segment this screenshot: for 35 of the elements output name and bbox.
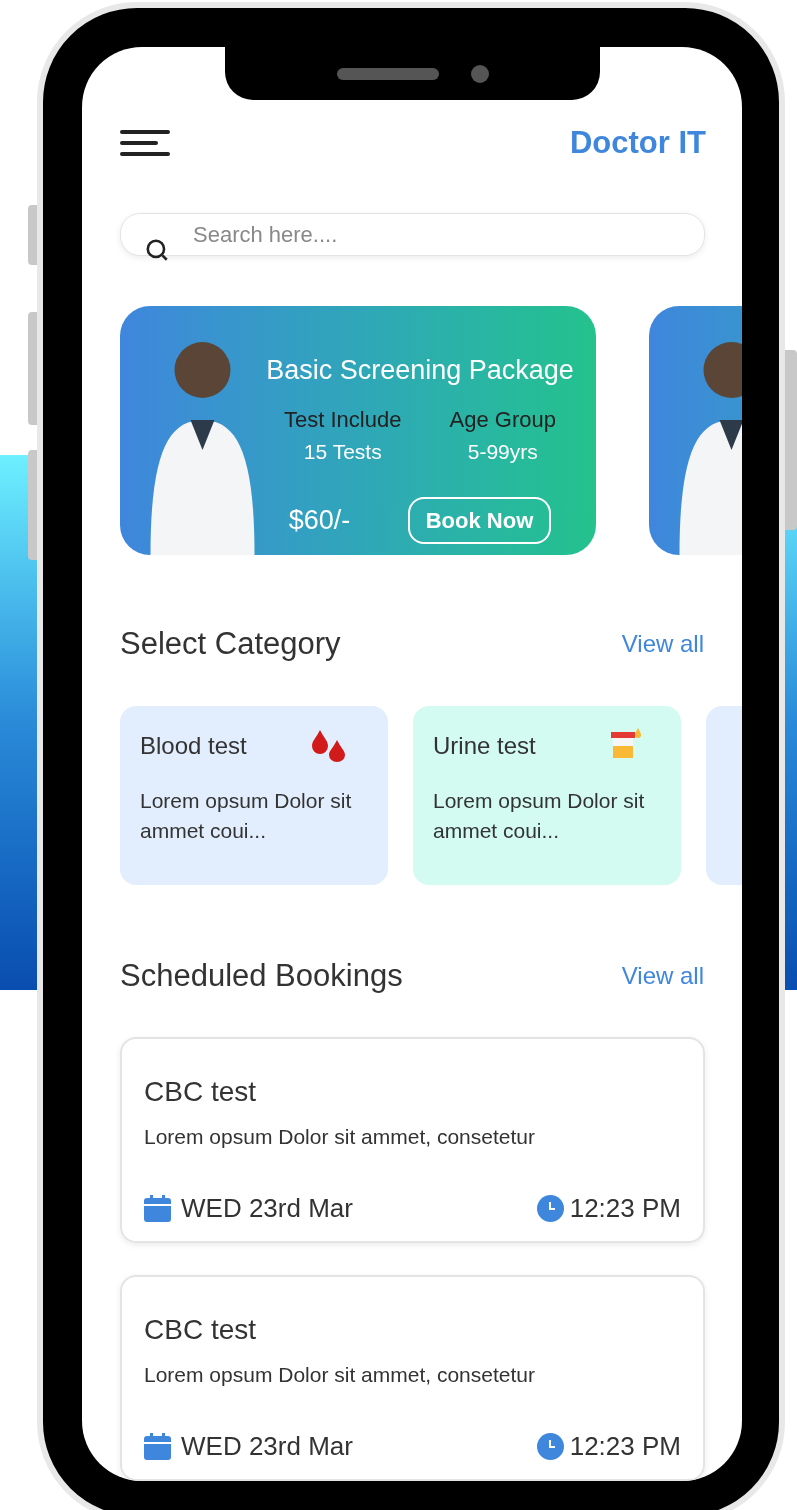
booking-date: WED 23rd Mar [181, 1191, 353, 1225]
app-title: Doctor IT [569, 123, 706, 162]
booking-date: WED 23rd Mar [181, 1429, 353, 1463]
sample-cup-icon [609, 727, 641, 760]
stat-label: Test Include [284, 405, 402, 434]
stat-label: Age Group [449, 405, 556, 434]
section-heading: Scheduled Bookings [120, 956, 403, 995]
booking-card[interactable]: CBC test Lorem opsum Dolor sit ammet, consetetur WED 23rd Mar 12:23 PM [120, 1037, 705, 1243]
search-field[interactable]: Search here.... [120, 213, 705, 256]
search-icon [144, 237, 170, 263]
category-description: Lorem opsum Dolor sit ammet coui... [433, 787, 646, 844]
section-heading: Select Category [120, 625, 341, 663]
booking-time: 12:23 PM [569, 1429, 681, 1463]
calendar-icon [144, 1432, 171, 1460]
menu-icon[interactable] [120, 130, 170, 156]
booking-time: 12:23 PM [569, 1191, 681, 1225]
stat-value: 5-99yrs [467, 438, 538, 465]
booking-description: Lorem opsum Dolor sit ammet, consetetur [144, 1362, 536, 1388]
calendar-icon [144, 1194, 171, 1222]
package-title: Basic Screening Package [266, 354, 574, 387]
package-price: $60/- [288, 504, 351, 538]
booking-card[interactable]: CBC test Lorem opsum Dolor sit ammet, consetetur WED 23rd Mar 12:23 PM [120, 1275, 705, 1481]
clock-icon [536, 1194, 564, 1222]
stat-value: 15 Tests [303, 438, 382, 465]
booking-title: CBC test [144, 1075, 258, 1109]
booking-description: Lorem opsum Dolor sit ammet, consetetur [144, 1124, 536, 1150]
category-card[interactable]: Blood test Lorem opsum Dolor sit ammet coui... [120, 705, 388, 885]
category-title: Blood test [140, 730, 247, 761]
booking-title: CBC test [144, 1313, 258, 1347]
view-all-link[interactable]: View all [621, 957, 704, 994]
category-description: Lorem opsum Dolor sit ammet coui... [140, 787, 353, 844]
category-card[interactable]: Urine test Lorem opsum Dolor sit ammet coui... [413, 705, 681, 885]
category-title: Urine test [433, 730, 536, 761]
view-all-link[interactable]: View all [621, 626, 704, 663]
clock-icon [536, 1432, 564, 1460]
